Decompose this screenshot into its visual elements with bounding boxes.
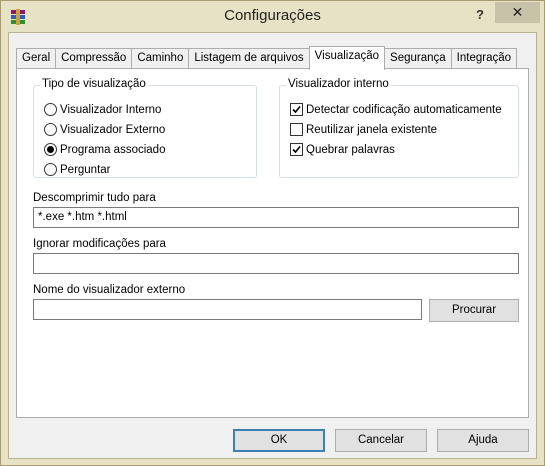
radio-button-selected[interactable] — [44, 143, 57, 156]
radio-label: Programa associado — [60, 143, 166, 156]
check-detectar-codificacao[interactable]: Detectar codificação automaticamente — [290, 103, 502, 116]
visualizacao-panel: Tipo de visualização Visualizador Intern… — [16, 68, 529, 418]
radio-visualizador-externo[interactable]: Visualizador Externo — [44, 123, 165, 136]
tab-seguranca[interactable]: Segurança — [384, 48, 452, 69]
close-icon[interactable]: ✕ — [512, 4, 524, 20]
radio-perguntar[interactable]: Perguntar — [44, 163, 111, 176]
ignore-modifications-input[interactable] — [33, 253, 519, 274]
settings-dialog: Configurações ? ✕ Geral Compressão Camin… — [0, 0, 545, 466]
radio-button[interactable] — [44, 123, 57, 136]
radio-label: Visualizador Externo — [60, 123, 166, 136]
unpack-all-label: Descomprimir tudo para — [33, 192, 156, 204]
radio-label: Perguntar — [60, 163, 111, 176]
ok-button[interactable]: OK — [233, 429, 325, 452]
tab-visualizacao[interactable]: Visualização — [308, 46, 386, 70]
help-button[interactable]: Ajuda — [437, 429, 529, 452]
checkbox-checked[interactable] — [290, 143, 303, 156]
checkbox-label: Reutilizar janela existente — [306, 123, 438, 136]
tab-strip: Geral Compressão Caminho Listagem de arq… — [16, 46, 518, 70]
tab-compressao[interactable]: Compressão — [55, 48, 133, 69]
help-title-button[interactable]: ? — [467, 5, 493, 25]
internal-viewer-group-label: Visualizador interno — [286, 78, 391, 90]
dialog-client-area: Geral Compressão Caminho Listagem de arq… — [8, 32, 537, 459]
browse-button[interactable]: Procurar — [429, 299, 519, 322]
external-viewer-label: Nome do visualizador externo — [33, 284, 186, 296]
radio-button[interactable] — [44, 103, 57, 116]
tab-geral[interactable]: Geral — [16, 48, 57, 69]
cancel-button[interactable]: Cancelar — [335, 429, 427, 452]
radio-programa-associado[interactable]: Programa associado — [44, 143, 165, 156]
check-reutilizar-janela[interactable]: Reutilizar janela existente — [290, 123, 437, 136]
tab-integracao[interactable]: Integração — [450, 48, 518, 69]
checkbox-checked[interactable] — [290, 103, 303, 116]
check-quebrar-palavras[interactable]: Quebrar palavras — [290, 143, 395, 156]
tab-listagem-de-arquivos[interactable]: Listagem de arquivos — [188, 48, 310, 69]
ignore-modifications-label: Ignorar modificações para — [33, 238, 166, 250]
checkmark-icon — [292, 105, 301, 114]
radio-label: Visualizador Interno — [60, 103, 162, 116]
checkbox-label: Detectar codificação automaticamente — [306, 103, 502, 116]
window-title: Configurações — [224, 7, 321, 24]
unpack-all-input[interactable]: *.exe *.htm *.html — [33, 207, 519, 228]
radio-visualizador-interno[interactable]: Visualizador Interno — [44, 103, 161, 116]
view-type-group-label: Tipo de visualização — [40, 78, 148, 90]
external-viewer-input[interactable] — [33, 299, 422, 320]
title-bar[interactable]: Configurações ? ✕ — [1, 1, 544, 32]
checkbox[interactable] — [290, 123, 303, 136]
close-button[interactable]: ✕ — [495, 2, 540, 23]
checkmark-icon — [292, 145, 301, 154]
tab-caminho[interactable]: Caminho — [131, 48, 190, 69]
checkbox-label: Quebrar palavras — [306, 143, 395, 156]
radio-button[interactable] — [44, 163, 57, 176]
